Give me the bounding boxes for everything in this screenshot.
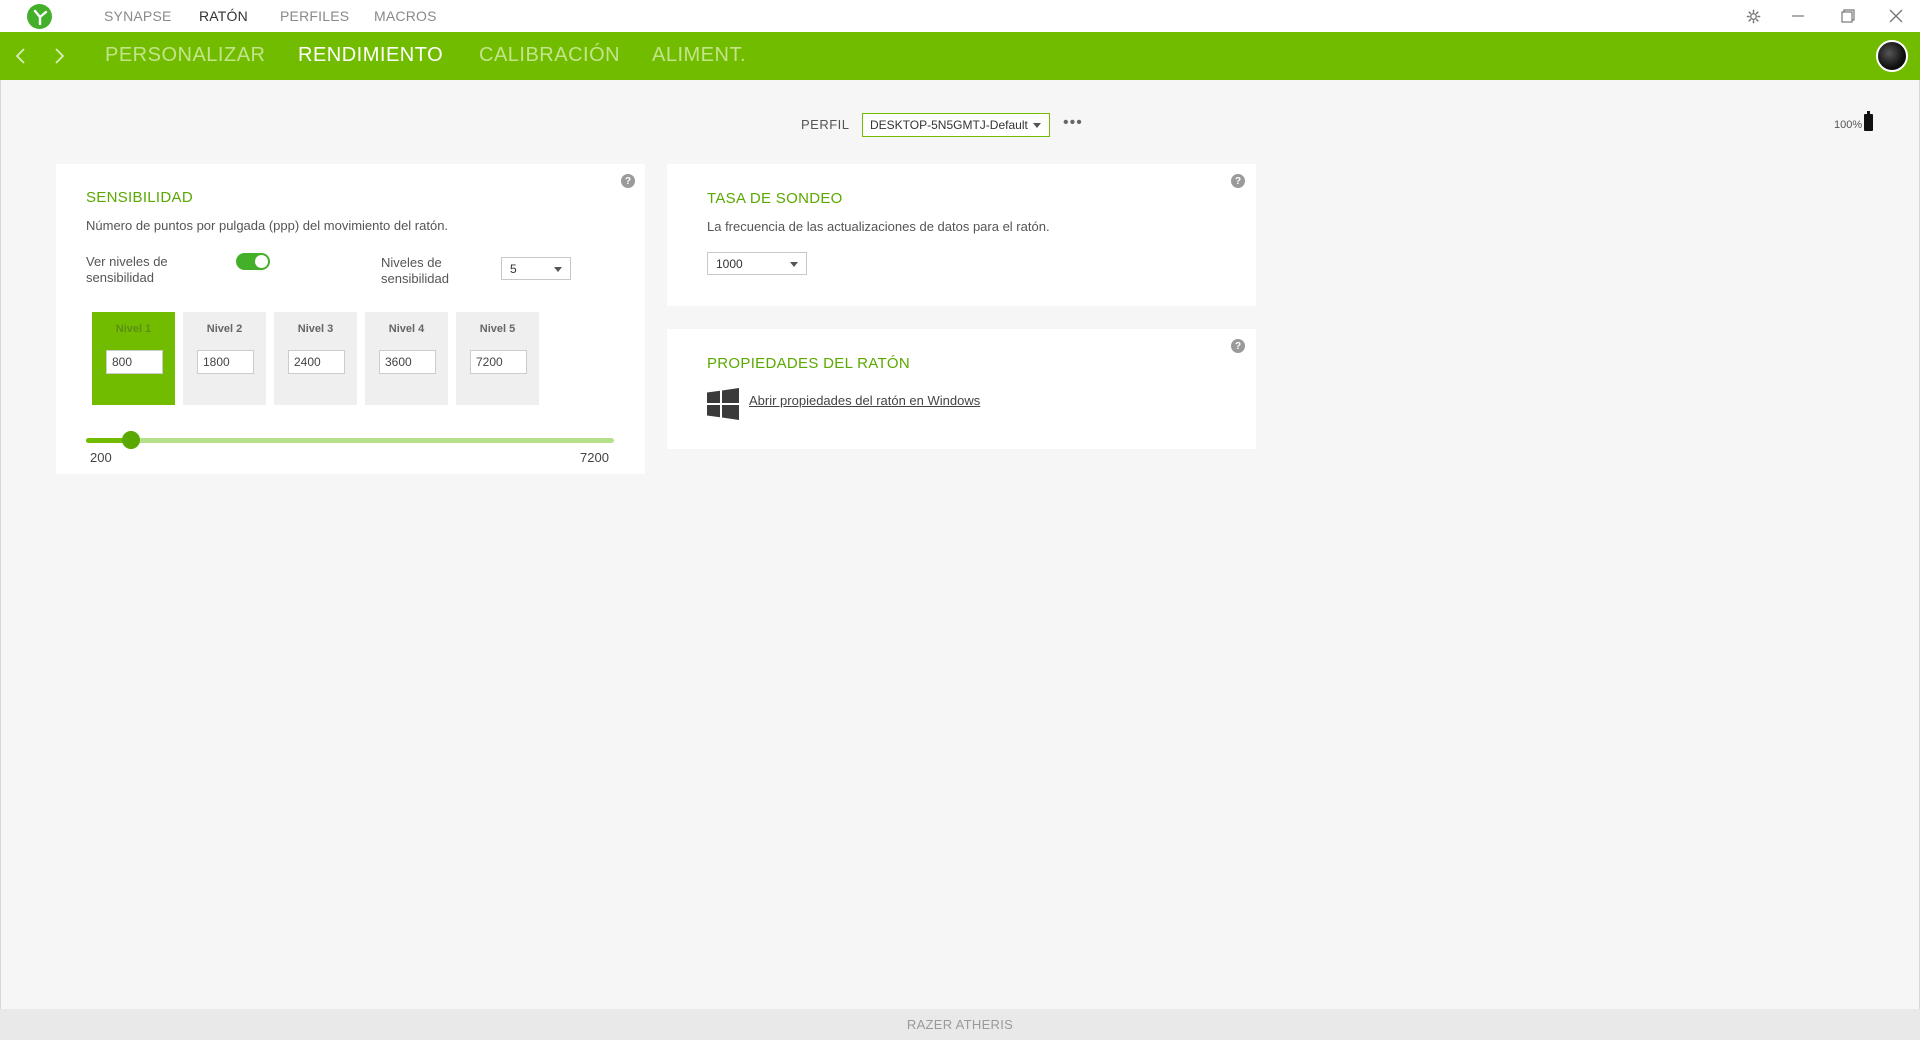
more-options-icon[interactable]: ••• [1063,114,1083,132]
level-dpi-input[interactable]: 2400 [288,350,345,374]
help-icon[interactable]: ? [621,174,635,188]
dpi-slider-track[interactable] [86,438,614,443]
slider-min-label: 200 [90,450,112,465]
chevron-down-icon [790,262,798,267]
profile-label: PERFIL [801,117,850,132]
levels-count-dropdown[interactable]: 5 [501,257,571,280]
windows-logo-icon [707,388,739,420]
polling-rate-value: 1000 [716,257,743,271]
razer-logo-icon[interactable] [27,4,52,29]
open-mouse-properties-link[interactable]: Abrir propiedades del ratón en Windows [749,393,980,408]
topnav-raton[interactable]: RATÓN [199,8,248,24]
mouse-properties-title: PROPIEDADES DEL RATÓN [707,355,911,372]
tab-rendimiento[interactable]: RENDIMIENTO [298,44,443,67]
level-card-1[interactable]: Nivel 1 800 [92,312,175,405]
levels-count-value: 5 [510,262,517,276]
sensitivity-description: Número de puntos por pulgada (ppp) del m… [86,218,449,233]
battery-icon [1864,111,1873,131]
profile-dropdown-value: DESKTOP-5N5GMTJ-Default [870,118,1028,132]
levels-label-line2: sensibilidad [381,271,449,286]
minimize-icon[interactable] [1778,0,1818,32]
level-label: Nivel 5 [479,323,516,335]
mouse-properties-card [667,329,1256,449]
device-name: RAZER ATHERIS [906,1017,1014,1032]
title-bar: SYNAPSE RATÓN PERFILES MACROS [0,0,1920,32]
level-label: Nivel 2 [206,323,243,335]
level-card-5[interactable]: Nivel 5 7200 [456,312,539,405]
level-card-4[interactable]: Nivel 4 3600 [365,312,448,405]
chevron-down-icon [1033,123,1041,128]
level-dpi-input[interactable]: 3600 [379,350,436,374]
section-header: PERSONALIZAR RENDIMIENTO CALIBRACIÓN ALI… [0,32,1920,80]
back-arrow-icon[interactable] [9,44,33,68]
level-label: Nivel 1 [115,323,152,335]
gear-icon[interactable] [1733,0,1773,32]
topnav-perfiles[interactable]: PERFILES [280,8,349,24]
close-icon[interactable] [1876,0,1916,32]
level-card-2[interactable]: Nivel 2 1800 [183,312,266,405]
show-levels-toggle[interactable] [236,253,270,270]
restore-icon[interactable] [1828,0,1868,32]
toggle-label-line2: sensibilidad [86,270,154,285]
polling-title: TASA DE SONDEO [707,190,843,207]
profile-dropdown[interactable]: DESKTOP-5N5GMTJ-Default [862,113,1050,137]
level-card-3[interactable]: Nivel 3 2400 [274,312,357,405]
help-icon[interactable]: ? [1231,174,1245,188]
chevron-down-icon [554,267,562,272]
sensitivity-title: SENSIBILIDAD [86,189,193,206]
avatar[interactable] [1876,40,1908,72]
level-dpi-input[interactable]: 7200 [470,350,527,374]
forward-arrow-icon[interactable] [47,44,71,68]
polling-description: La frecuencia de las actualizaciones de … [707,219,1050,234]
tab-personalizar[interactable]: PERSONALIZAR [105,44,265,67]
tab-aliment[interactable]: ALIMENT. [652,44,746,67]
polling-rate-dropdown[interactable]: 1000 [707,252,807,275]
polling-card [667,164,1256,306]
topnav-macros[interactable]: MACROS [374,8,437,24]
levels-label-line1: Niveles de [381,255,442,270]
level-dpi-input[interactable]: 1800 [197,350,254,374]
slider-max-label: 7200 [580,450,609,465]
level-label: Nivel 4 [388,323,425,335]
topnav-synapse[interactable]: SYNAPSE [104,8,172,24]
app-window [0,0,1920,1040]
tab-calibracion[interactable]: CALIBRACIÓN [479,44,620,67]
battery-level: 100% [1834,119,1863,131]
toggle-label-line1: Ver niveles de [86,254,168,269]
level-label: Nivel 3 [297,323,334,335]
level-dpi-input[interactable]: 800 [106,350,163,374]
help-icon[interactable]: ? [1231,339,1245,353]
